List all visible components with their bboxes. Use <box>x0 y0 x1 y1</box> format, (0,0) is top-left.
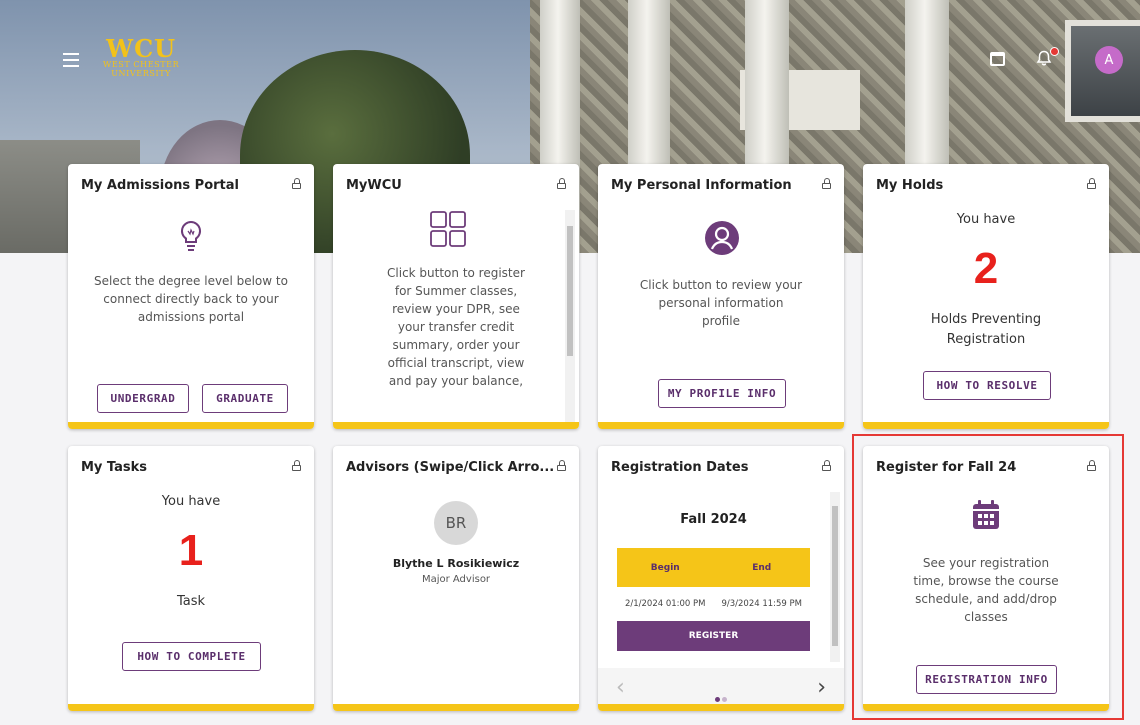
how-to-resolve-button[interactable]: HOW TO RESOLVE <box>923 371 1051 400</box>
graduate-button[interactable]: GRADUATE <box>202 384 288 413</box>
my-profile-info-button[interactable]: MY PROFILE INFO <box>658 379 786 408</box>
holds-count: 2 <box>973 244 999 293</box>
col-begin: Begin <box>650 562 680 573</box>
card-title: Register for Fall 24 <box>876 460 1017 475</box>
card-accent-bar <box>863 704 1109 711</box>
term-label: Fall 2024 <box>680 512 747 527</box>
card-description: Click button to register for Summer clas… <box>387 266 525 388</box>
schedule-header: Begin End <box>617 548 810 587</box>
card-title: MyWCU <box>346 178 402 193</box>
logo-sub2: UNIVERSITY <box>111 69 172 78</box>
card-title: My Holds <box>876 178 944 193</box>
scrollbar-thumb[interactable] <box>832 506 838 646</box>
card-title: My Tasks <box>81 460 148 475</box>
card-personal-info: My Personal Information Click button to … <box>598 164 844 429</box>
tasks-you-have: You have <box>161 494 221 509</box>
scrollbar-thumb[interactable] <box>567 226 573 356</box>
registration-info-button[interactable]: REGISTRATION INFO <box>916 665 1057 694</box>
card-holds: My Holds You have 2 Holds Preventing Reg… <box>863 164 1109 429</box>
card-admissions: My Admissions Portal Select the degree l… <box>68 164 314 429</box>
lock-icon[interactable] <box>1087 460 1097 472</box>
tasks-count: 1 <box>178 526 204 575</box>
lightbulb-icon <box>179 220 203 258</box>
card-description: Click button to review your personal inf… <box>639 278 803 328</box>
grid-icon <box>429 210 467 252</box>
card-accent-bar <box>598 422 844 429</box>
col-end: End <box>752 562 772 573</box>
card-accent-bar <box>68 704 314 711</box>
card-title: My Personal Information <box>611 178 792 193</box>
top-bar: WCU WEST CHESTER UNIVERSITY A <box>0 0 1140 125</box>
notification-badge <box>1050 47 1059 56</box>
register-button[interactable]: REGISTER <box>617 621 810 651</box>
card-title: Registration Dates <box>611 460 749 475</box>
card-accent-bar <box>68 422 314 429</box>
card-accent-bar <box>333 704 579 711</box>
card-registration-dates: Registration Dates Fall 2024 Begin End 2… <box>598 446 844 711</box>
chevron-right-icon[interactable]: › <box>817 677 826 699</box>
card-description: Select the degree level below to connect… <box>94 274 288 324</box>
card-advisors: Advisors (Swipe/Click Arro... BR Blythe … <box>333 446 579 711</box>
lock-icon[interactable] <box>557 460 567 472</box>
card-title: Advisors (Swipe/Click Arro... <box>346 460 555 475</box>
end-date: 9/3/2024 11:59 PM <box>721 599 803 609</box>
lock-icon[interactable] <box>292 178 302 190</box>
holds-you-have: You have <box>956 212 1016 227</box>
card-accent-bar <box>333 422 579 429</box>
lock-icon[interactable] <box>822 178 832 190</box>
card-accent-bar <box>598 704 844 711</box>
advisor-avatar: BR <box>434 501 478 545</box>
user-avatar[interactable]: A <box>1095 46 1123 74</box>
scrollbar[interactable] <box>565 210 575 424</box>
tasks-label: Task <box>176 594 206 609</box>
card-register-fall: Register for Fall 24 See your registrati… <box>863 446 1109 711</box>
schedule-row: 2/1/2024 01:00 PM 9/3/2024 11:59 PM <box>617 587 810 621</box>
carousel-dot[interactable] <box>722 697 727 702</box>
calendar-icon <box>972 500 1000 534</box>
logo-sub1: WEST CHESTER <box>103 60 180 69</box>
card-title: My Admissions Portal <box>81 178 239 193</box>
lock-icon[interactable] <box>1087 178 1097 190</box>
card-accent-bar <box>863 422 1109 429</box>
scrollbar[interactable] <box>830 492 840 662</box>
wcu-logo[interactable]: WCU WEST CHESTER UNIVERSITY <box>103 34 180 79</box>
logo-main: WCU <box>106 34 177 63</box>
undergrad-button[interactable]: UNDERGRAD <box>97 384 189 413</box>
holds-label: Holds Preventing Registration <box>930 312 1042 347</box>
menu-icon[interactable] <box>63 53 79 67</box>
how-to-complete-button[interactable]: HOW TO COMPLETE <box>122 642 261 671</box>
user-circle-icon <box>704 220 740 260</box>
lock-icon[interactable] <box>557 178 567 190</box>
card-description: See your registration time, browse the c… <box>913 556 1059 624</box>
lock-icon[interactable] <box>822 460 832 472</box>
lock-icon[interactable] <box>292 460 302 472</box>
carousel-dot[interactable] <box>715 697 720 702</box>
advisor-role: Major Advisor <box>421 574 491 585</box>
card-tasks: My Tasks You have 1 Task HOW TO COMPLETE <box>68 446 314 711</box>
card-mywcu: MyWCU Click button to register for Summe… <box>333 164 579 429</box>
begin-date: 2/1/2024 01:00 PM <box>624 599 706 609</box>
calendar-icon[interactable] <box>990 52 1005 66</box>
